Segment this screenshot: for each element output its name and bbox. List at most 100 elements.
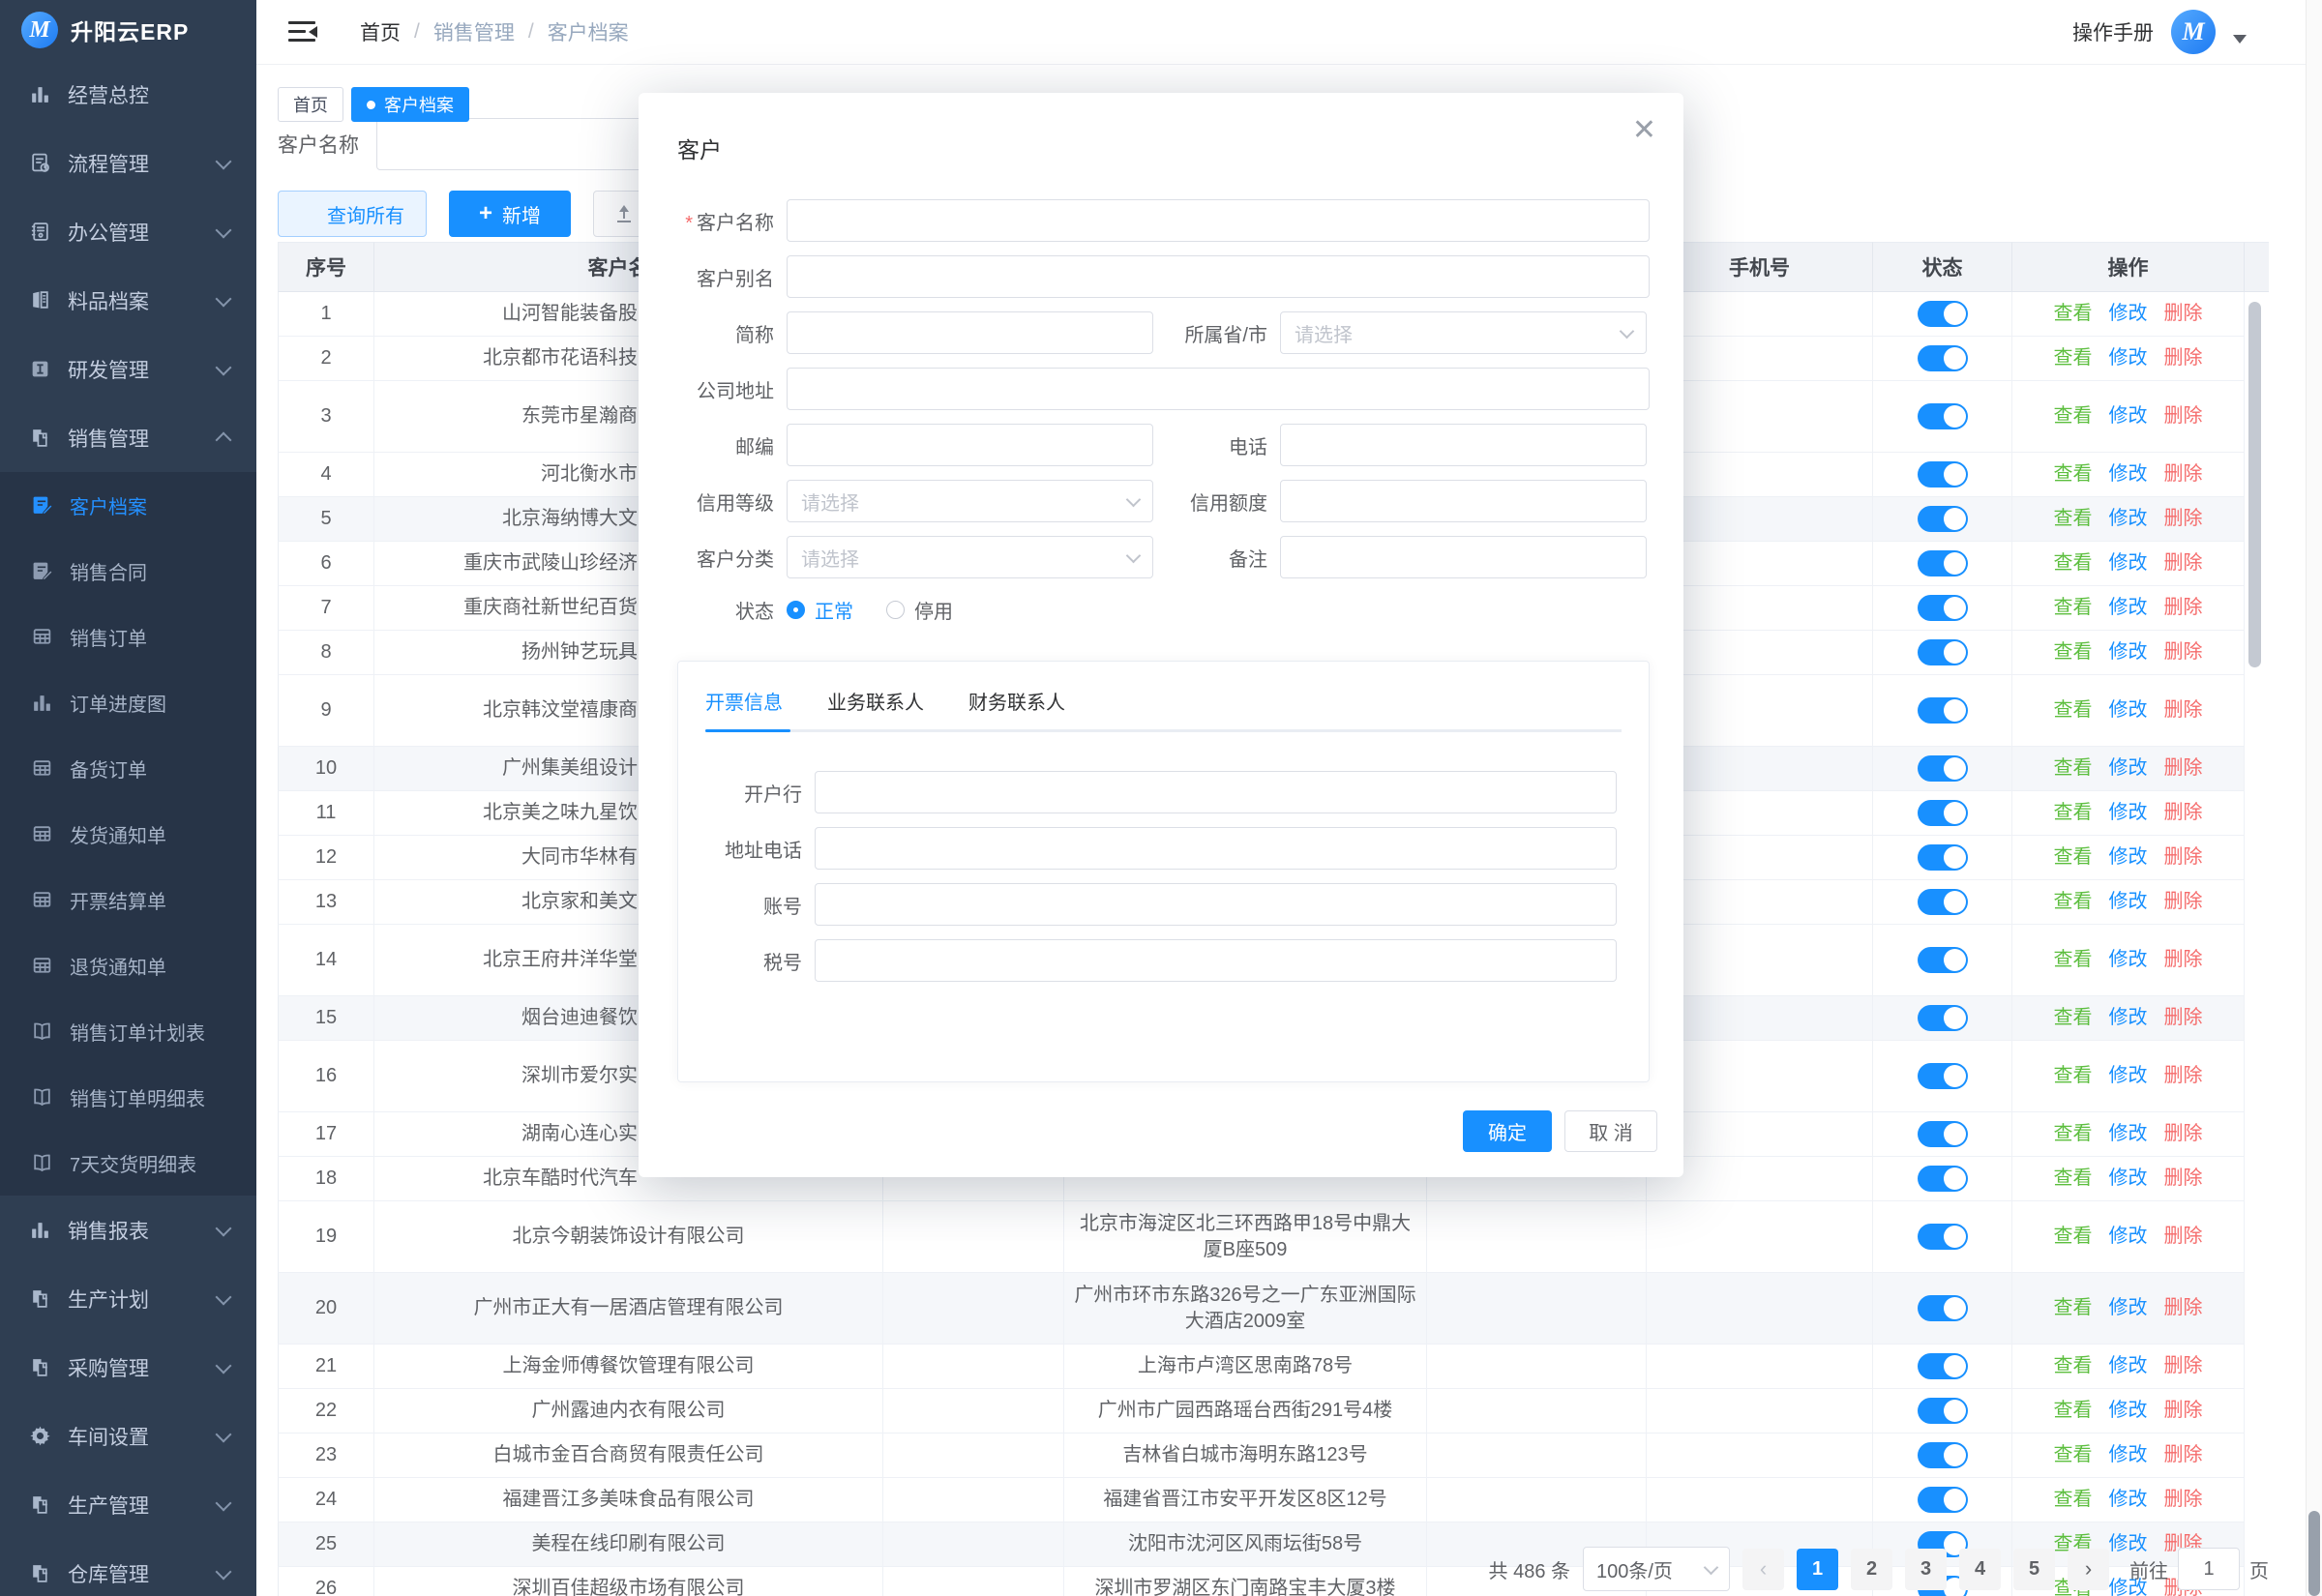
status-toggle[interactable] xyxy=(1918,1442,1968,1468)
edit-link[interactable]: 修改 xyxy=(2109,1295,2148,1321)
delete-link[interactable]: 删除 xyxy=(2164,639,2203,665)
radio-正常[interactable]: 正常 xyxy=(787,596,853,624)
status-toggle[interactable] xyxy=(1918,506,1968,532)
manual-link[interactable]: 操作手册 xyxy=(2072,17,2154,46)
view-link[interactable]: 查看 xyxy=(2054,1005,2093,1031)
edit-link[interactable]: 修改 xyxy=(2109,1442,2148,1468)
view-link[interactable]: 查看 xyxy=(2054,1295,2093,1321)
view-link[interactable]: 查看 xyxy=(2054,1224,2093,1250)
close-icon[interactable]: ✕ xyxy=(1632,116,1656,145)
select-所属省/市[interactable]: 请选择 xyxy=(1280,311,1647,354)
input-公司地址[interactable] xyxy=(787,368,1650,410)
status-toggle[interactable] xyxy=(1918,1487,1968,1513)
edit-link[interactable]: 修改 xyxy=(2109,697,2148,724)
sidebar-item[interactable]: 备货订单 xyxy=(0,735,256,801)
table-scrollbar[interactable] xyxy=(2248,302,2261,667)
page-button[interactable]: 2 xyxy=(1851,1549,1892,1590)
edit-link[interactable]: 修改 xyxy=(2109,461,2148,488)
edit-link[interactable]: 修改 xyxy=(2109,1121,2148,1147)
edit-link[interactable]: 修改 xyxy=(2109,844,2148,871)
input-邮编[interactable] xyxy=(787,424,1153,466)
delete-link[interactable]: 删除 xyxy=(2164,889,2203,915)
delete-link[interactable]: 删除 xyxy=(2164,345,2203,371)
collapse-menu-icon[interactable] xyxy=(288,20,317,44)
status-toggle[interactable] xyxy=(1918,1063,1968,1089)
confirm-button[interactable]: 确定 xyxy=(1463,1110,1552,1152)
status-toggle[interactable] xyxy=(1918,1121,1968,1147)
sidebar-item[interactable]: 经营总控 xyxy=(0,60,256,129)
input-客户名称[interactable] xyxy=(787,199,1650,242)
user-menu-caret-icon[interactable] xyxy=(2233,35,2247,44)
input-备注[interactable] xyxy=(1280,536,1647,578)
sidebar-item[interactable]: 流程管理 xyxy=(0,129,256,197)
delete-link[interactable]: 删除 xyxy=(2164,1224,2203,1250)
input-税号[interactable] xyxy=(815,939,1617,982)
status-toggle[interactable] xyxy=(1918,1166,1968,1192)
delete-link[interactable]: 删除 xyxy=(2164,403,2203,429)
delete-link[interactable]: 删除 xyxy=(2164,1353,2203,1379)
view-link[interactable]: 查看 xyxy=(2054,800,2093,826)
delete-link[interactable]: 删除 xyxy=(2164,947,2203,973)
radio-停用[interactable]: 停用 xyxy=(886,596,953,624)
edit-link[interactable]: 修改 xyxy=(2109,800,2148,826)
modal-tab[interactable]: 开票信息 xyxy=(705,687,783,729)
status-toggle[interactable] xyxy=(1918,550,1968,576)
view-link[interactable]: 查看 xyxy=(2054,755,2093,782)
view-link[interactable]: 查看 xyxy=(2054,1442,2093,1468)
sidebar-item[interactable]: 研发管理 xyxy=(0,335,256,403)
sidebar-item[interactable]: 开票结算单 xyxy=(0,867,256,932)
delete-link[interactable]: 删除 xyxy=(2164,506,2203,532)
delete-link[interactable]: 删除 xyxy=(2164,1121,2203,1147)
status-toggle[interactable] xyxy=(1918,889,1968,915)
delete-link[interactable]: 删除 xyxy=(2164,1398,2203,1424)
view-link[interactable]: 查看 xyxy=(2054,697,2093,724)
input-账号[interactable] xyxy=(815,883,1617,926)
view-link[interactable]: 查看 xyxy=(2054,639,2093,665)
status-toggle[interactable] xyxy=(1918,345,1968,371)
status-toggle[interactable] xyxy=(1918,1398,1968,1424)
status-toggle[interactable] xyxy=(1918,947,1968,973)
edit-link[interactable]: 修改 xyxy=(2109,1005,2148,1031)
view-link[interactable]: 查看 xyxy=(2054,889,2093,915)
sidebar-item[interactable]: 发货通知单 xyxy=(0,801,256,867)
edit-link[interactable]: 修改 xyxy=(2109,1353,2148,1379)
view-link[interactable]: 查看 xyxy=(2054,1487,2093,1513)
breadcrumb-item[interactable]: 首页 xyxy=(360,17,401,46)
edit-link[interactable]: 修改 xyxy=(2109,345,2148,371)
tab-active[interactable]: 客户档案 xyxy=(351,87,469,122)
edit-link[interactable]: 修改 xyxy=(2109,1166,2148,1192)
view-link[interactable]: 查看 xyxy=(2054,1121,2093,1147)
view-link[interactable]: 查看 xyxy=(2054,301,2093,327)
sidebar-item[interactable]: 客户档案 xyxy=(0,472,256,538)
delete-link[interactable]: 删除 xyxy=(2164,800,2203,826)
sidebar-item[interactable]: 车间设置 xyxy=(0,1402,256,1470)
modal-tab[interactable]: 业务联系人 xyxy=(827,687,924,729)
view-link[interactable]: 查看 xyxy=(2054,345,2093,371)
edit-link[interactable]: 修改 xyxy=(2109,1487,2148,1513)
edit-link[interactable]: 修改 xyxy=(2109,889,2148,915)
sidebar-item[interactable]: 销售报表 xyxy=(0,1196,256,1264)
status-toggle[interactable] xyxy=(1918,301,1968,327)
sidebar-item[interactable]: 销售订单 xyxy=(0,604,256,669)
view-link[interactable]: 查看 xyxy=(2054,403,2093,429)
status-toggle[interactable] xyxy=(1918,595,1968,621)
breadcrumb-item[interactable]: 客户档案 xyxy=(548,17,629,46)
delete-link[interactable]: 删除 xyxy=(2164,1442,2203,1468)
edit-link[interactable]: 修改 xyxy=(2109,506,2148,532)
input-客户别名[interactable] xyxy=(787,255,1650,298)
view-link[interactable]: 查看 xyxy=(2054,844,2093,871)
view-link[interactable]: 查看 xyxy=(2054,1166,2093,1192)
delete-link[interactable]: 删除 xyxy=(2164,697,2203,724)
delete-link[interactable]: 删除 xyxy=(2164,550,2203,576)
select-客户分类[interactable]: 请选择 xyxy=(787,536,1153,578)
status-toggle[interactable] xyxy=(1918,639,1968,665)
input-简称[interactable] xyxy=(787,311,1153,354)
view-link[interactable]: 查看 xyxy=(2054,1353,2093,1379)
goto-page-input[interactable] xyxy=(2178,1548,2240,1590)
sidebar-item[interactable]: 办公管理 xyxy=(0,197,256,266)
status-toggle[interactable] xyxy=(1918,1353,1968,1379)
sidebar-item[interactable]: 7天交货明细表 xyxy=(0,1130,256,1196)
tab-item[interactable]: 首页 xyxy=(278,87,343,122)
sidebar-item[interactable]: 仓库管理 xyxy=(0,1539,256,1596)
view-link[interactable]: 查看 xyxy=(2054,947,2093,973)
